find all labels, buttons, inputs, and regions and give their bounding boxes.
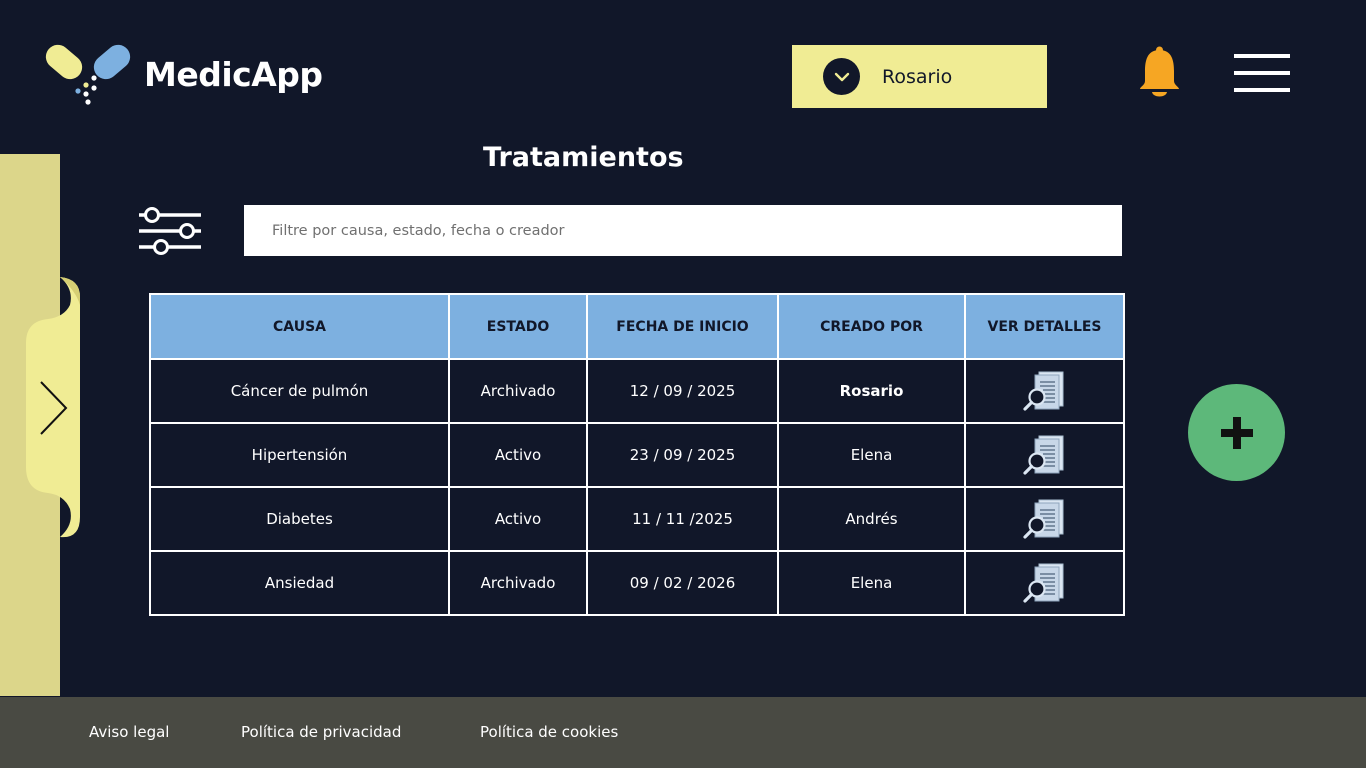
- document-search-icon[interactable]: [1022, 499, 1067, 539]
- cell-creado-por: Elena: [777, 550, 966, 616]
- cell-creado-por: Elena: [777, 422, 966, 488]
- cell-causa: Hipertensión: [149, 422, 450, 488]
- plus-icon: [1220, 416, 1253, 449]
- cell-fecha: 09 / 02 / 2026: [586, 550, 779, 616]
- document-search-icon[interactable]: [1022, 563, 1067, 603]
- cell-ver-detalles: [964, 422, 1125, 488]
- chevron-down-icon[interactable]: [823, 58, 860, 95]
- page-title: Tratamientos: [483, 142, 684, 173]
- cell-fecha: 11 / 11 /2025: [586, 486, 779, 552]
- document-search-icon[interactable]: [1022, 435, 1067, 475]
- search-input[interactable]: [244, 205, 1122, 256]
- cell-fecha: 12 / 09 / 2025: [586, 358, 779, 424]
- selected-user-name: Rosario: [882, 65, 953, 88]
- column-header-ver-detalles: VER DETALLES: [964, 293, 1125, 360]
- hamburger-menu-icon[interactable]: [1234, 52, 1290, 94]
- cell-creado-por: Andrés: [777, 486, 966, 552]
- cell-ver-detalles: [964, 486, 1125, 552]
- footer-link-privacidad[interactable]: Política de privacidad: [241, 723, 401, 741]
- cell-fecha: 23 / 09 / 2025: [586, 422, 779, 488]
- sliders-icon[interactable]: [137, 205, 203, 257]
- table-row: Cáncer de pulmón Archivado 12 / 09 / 202…: [149, 358, 1125, 424]
- footer-link-cookies[interactable]: Política de cookies: [480, 723, 618, 741]
- add-treatment-button[interactable]: [1188, 384, 1285, 481]
- column-header-causa: CAUSA: [149, 293, 450, 360]
- column-header-estado: ESTADO: [448, 293, 588, 360]
- cell-estado: Archivado: [448, 358, 588, 424]
- document-search-icon[interactable]: [1022, 371, 1067, 411]
- table-row: Diabetes Activo 11 / 11 /2025 Andrés: [149, 486, 1125, 552]
- column-header-fecha: FECHA DE INICIO: [586, 293, 779, 360]
- cell-estado: Activo: [448, 422, 588, 488]
- cell-ver-detalles: [964, 550, 1125, 616]
- cell-estado: Activo: [448, 486, 588, 552]
- cell-causa: Cáncer de pulmón: [149, 358, 450, 424]
- cell-causa: Ansiedad: [149, 550, 450, 616]
- cell-creado-por: Rosario: [777, 358, 966, 424]
- cell-estado: Archivado: [448, 550, 588, 616]
- table-row: Ansiedad Archivado 09 / 02 / 2026 Elena: [149, 550, 1125, 616]
- column-header-creado-por: CREADO POR: [777, 293, 966, 360]
- footer-link-aviso-legal[interactable]: Aviso legal: [89, 723, 169, 741]
- user-select-dropdown[interactable]: Rosario: [792, 45, 1047, 108]
- table-header-row: CAUSA ESTADO FECHA DE INICIO CREADO POR …: [149, 293, 1125, 360]
- table-row: Hipertensión Activo 23 / 09 / 2025 Elena: [149, 422, 1125, 488]
- medicapp-logo-icon: [45, 44, 131, 105]
- cell-causa: Diabetes: [149, 486, 450, 552]
- treatments-table: CAUSA ESTADO FECHA DE INICIO CREADO POR …: [149, 293, 1125, 616]
- footer: Aviso legal Política de privacidad Polít…: [0, 697, 1366, 768]
- cell-ver-detalles: [964, 358, 1125, 424]
- side-panel-toggle[interactable]: [26, 277, 82, 539]
- bell-icon[interactable]: [1137, 45, 1182, 100]
- app-name: MedicApp: [144, 55, 323, 94]
